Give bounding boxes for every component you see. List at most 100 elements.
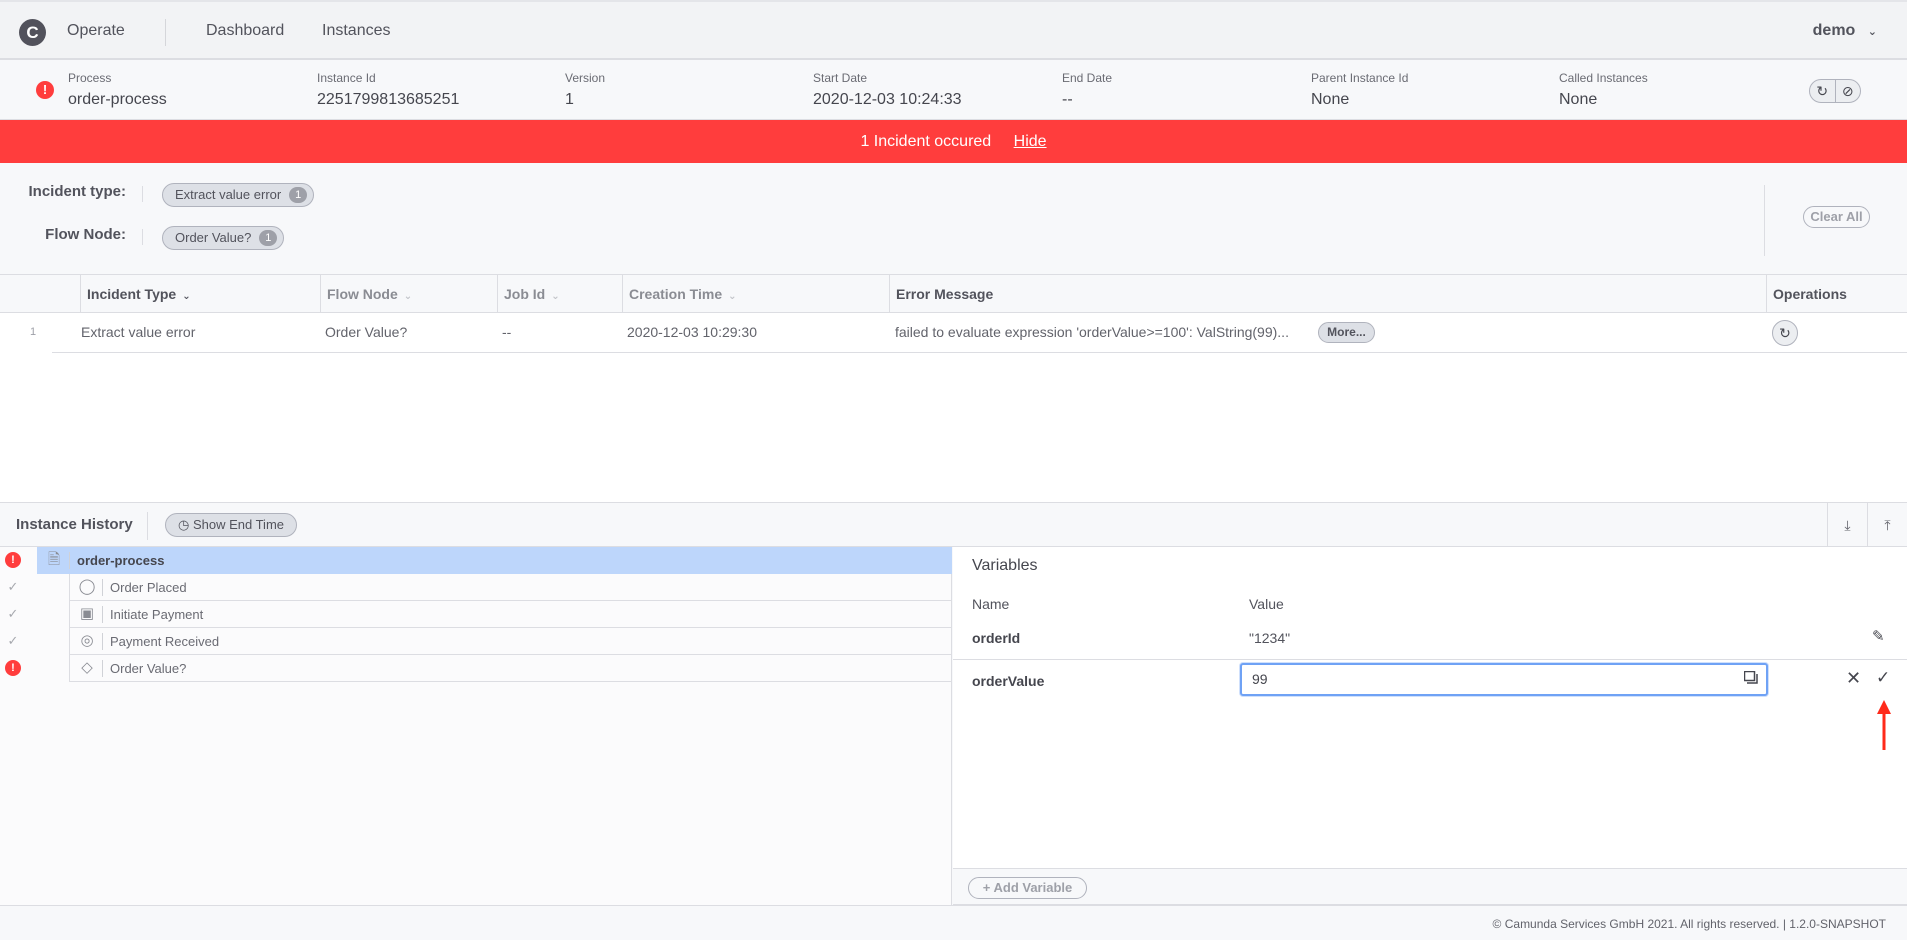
field-instance-id: Instance Id 2251799813685251	[317, 71, 459, 109]
variables-panel: Variables Name Value orderId "1234" ✎ or…	[953, 547, 1907, 868]
nav-link-instances[interactable]: Instances	[322, 22, 390, 40]
cancel-icon[interactable]: ⊘	[1836, 80, 1861, 102]
sort-chevron-icon: ⌄	[403, 291, 413, 302]
node-name: order-process	[77, 553, 165, 568]
incident-status-icon: !	[5, 552, 21, 568]
incidents-table-header: Incident Type ⌄ Flow Node ⌄ Job Id ⌄ Creati…	[0, 275, 1907, 313]
icon-divider	[102, 579, 103, 596]
user-menu[interactable]: demo ⌄	[1813, 22, 1877, 40]
icon-divider	[69, 552, 70, 569]
message-event-icon: ◎	[80, 632, 94, 649]
tree-node[interactable]: ◇ Order Value?	[69, 655, 952, 682]
field-start-date: Start Date 2020-12-03 10:24:33	[813, 71, 962, 109]
node-name: Payment Received	[110, 634, 220, 649]
document-icon: 🗎	[47, 551, 61, 568]
row-index: 1	[30, 326, 37, 338]
exclusive-gateway-icon: ◇	[81, 659, 93, 676]
filters-divider	[1764, 185, 1765, 256]
show-end-time-button[interactable]: ◷ Show End Time	[165, 513, 297, 537]
column-incident-type[interactable]: Incident Type ⌄	[80, 275, 320, 313]
cell-error-message: failed to evaluate expression 'orderValu…	[895, 324, 1289, 340]
cell-job-id: --	[502, 324, 512, 340]
red-annotation-arrow-icon	[1877, 700, 1891, 750]
field-label: Process	[68, 71, 112, 85]
pill-label: Order Value?	[175, 230, 252, 245]
add-variable-bar: + Add Variable	[953, 868, 1907, 905]
collapse-panel-button[interactable]: ⤓	[1827, 503, 1867, 547]
column-error-message: Error Message	[889, 275, 1766, 313]
column-job-id[interactable]: Job Id ⌄	[497, 275, 622, 313]
nav-divider	[165, 19, 166, 46]
sort-chevron-icon: ⌄	[551, 291, 560, 302]
cell-flow-node: Order Value?	[325, 324, 408, 340]
retry-icon[interactable]: ↻	[1810, 80, 1836, 102]
field-value: order-process	[68, 91, 167, 108]
flow-node-filter-pill[interactable]: Order Value? 1	[162, 226, 285, 250]
pill-label: Extract value error	[175, 187, 282, 202]
field-label: End Date	[1062, 71, 1113, 85]
field-label: Instance Id	[317, 71, 376, 85]
column-flow-node[interactable]: Flow Node ⌄	[320, 275, 497, 313]
add-variable-button[interactable]: + Add Variable	[968, 877, 1087, 899]
more-button[interactable]: More...	[1318, 322, 1375, 343]
row-divider	[52, 352, 1907, 353]
field-value: 1	[565, 91, 574, 108]
top-navigation: C Operate Dashboard Instances demo ⌄	[0, 0, 1907, 60]
cancel-edit-x-icon[interactable]: ✕	[1846, 668, 1861, 689]
tree-row[interactable]: ✓ ◯ Order Placed	[0, 574, 952, 601]
column-label: Error Message	[896, 286, 994, 302]
variable-name: orderId	[972, 630, 1021, 646]
tree-row[interactable]: ✓ ◎ Payment Received	[0, 628, 952, 655]
tree-row[interactable]: ! 🗎 order-process	[0, 547, 952, 574]
variable-value-input[interactable]: 99	[1240, 663, 1768, 696]
variable-name: orderValue	[972, 673, 1045, 689]
input-value: 99	[1252, 671, 1268, 687]
sort-chevron-icon: ⌄	[182, 291, 191, 302]
open-json-editor-icon[interactable]	[1744, 671, 1758, 684]
flow-node-label: Flow Node:	[45, 226, 126, 243]
column-creation-time[interactable]: Creation Time ⌄	[622, 275, 889, 313]
copyright-text: © Camunda Services GmbH 2021. All rights…	[1492, 917, 1886, 931]
tree-node-selected[interactable]: 🗎 order-process	[37, 547, 952, 574]
tree-row[interactable]: ! ◇ Order Value?	[0, 655, 952, 682]
retry-icon: ↻	[1779, 325, 1791, 341]
field-value: 2251799813685251	[317, 91, 460, 108]
field-end-date: End Date --	[1062, 71, 1112, 109]
field-label: Parent Instance Id	[1311, 71, 1409, 85]
field-parent-instance-id: Parent Instance Id None	[1311, 71, 1408, 109]
icon-divider	[102, 606, 103, 623]
clear-all-button[interactable]: Clear All	[1803, 206, 1870, 228]
instance-history-tree: ! 🗎 order-process ✓ ◯ Order Placed ✓ ▣ I…	[0, 547, 952, 905]
tree-node[interactable]: ◯ Order Placed	[69, 574, 952, 601]
expand-panel-button[interactable]: ⤒	[1867, 503, 1907, 547]
instance-history-title: Instance History	[16, 516, 133, 533]
sort-chevron-icon: ⌄	[728, 291, 737, 302]
clock-icon: ◷	[177, 517, 190, 532]
column-label: Incident Type	[87, 286, 177, 302]
incident-status-icon: !	[5, 660, 21, 676]
variables-title: Variables	[972, 557, 1038, 574]
tree-node[interactable]: ◎ Payment Received	[69, 628, 952, 655]
field-value: 2020-12-03 10:24:33	[813, 91, 962, 108]
hide-incidents-link[interactable]: Hide	[1014, 133, 1047, 150]
variable-row: orderId "1234" ✎	[953, 617, 1907, 657]
app-name-link[interactable]: Operate	[67, 22, 125, 40]
variable-value: "1234"	[1249, 630, 1291, 646]
icon-divider	[102, 633, 103, 650]
incident-type-filter-pill[interactable]: Extract value error 1	[162, 183, 315, 207]
instance-operations: ↻ ⊘	[1809, 79, 1861, 103]
table-row[interactable]: 1 Extract value error Order Value? -- 20…	[0, 313, 1907, 353]
edit-pencil-icon[interactable]: ✎	[1872, 627, 1885, 645]
incidents-table-body: 1 Extract value error Order Value? -- 20…	[0, 313, 1907, 502]
cell-incident-type: Extract value error	[81, 324, 196, 340]
tree-node[interactable]: ▣ Initiate Payment	[69, 601, 952, 628]
save-check-icon[interactable]: ✓	[1876, 668, 1890, 688]
retry-incident-button[interactable]: ↻	[1772, 320, 1798, 346]
camunda-logo-icon[interactable]: C	[19, 19, 46, 46]
tree-row[interactable]: ✓ ▣ Initiate Payment	[0, 601, 952, 628]
service-task-icon: ▣	[79, 605, 95, 622]
pill-count: 1	[259, 230, 278, 246]
cell-creation-time: 2020-12-03 10:29:30	[627, 324, 757, 340]
nav-link-dashboard[interactable]: Dashboard	[206, 22, 284, 40]
expand-up-icon: ⤒	[1884, 517, 1891, 533]
